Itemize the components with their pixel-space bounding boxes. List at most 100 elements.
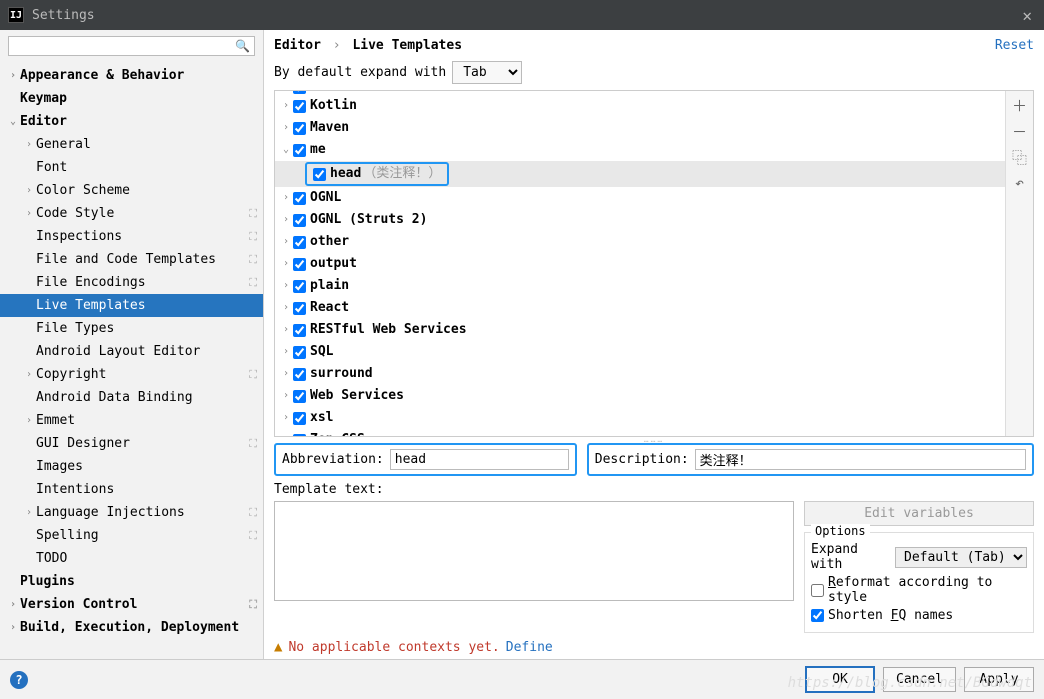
scope-icon: ⛶: [249, 207, 257, 221]
template-group[interactable]: ›xsl: [275, 407, 1005, 429]
template-checkbox[interactable]: [293, 236, 306, 249]
template-checkbox[interactable]: [313, 168, 326, 181]
template-group[interactable]: ›surround: [275, 363, 1005, 385]
sidebar-item[interactable]: Live Templates: [0, 294, 263, 317]
add-icon[interactable]: ＋: [1010, 95, 1030, 115]
template-checkbox[interactable]: [293, 144, 306, 157]
sidebar-item[interactable]: ›Color Scheme: [0, 179, 263, 202]
breadcrumb-part: Editor: [274, 38, 321, 53]
search-input[interactable]: 🔍: [8, 36, 255, 56]
template-checkbox[interactable]: [293, 91, 306, 94]
description-input[interactable]: [695, 449, 1026, 470]
template-checkbox[interactable]: [293, 324, 306, 337]
sidebar-item[interactable]: ›Language Injections⛶: [0, 501, 263, 524]
template-checkbox[interactable]: [293, 258, 306, 271]
template-checkbox[interactable]: [293, 214, 306, 227]
template-list[interactable]: ›JSP›Kotlin›Maven⌄mehead（类注释！）›OGNL›OGNL…: [275, 91, 1005, 436]
sidebar-item-label: Appearance & Behavior: [20, 68, 184, 83]
sidebar-item[interactable]: Keymap: [0, 87, 263, 110]
scope-icon: ⛶: [249, 230, 257, 244]
sidebar-item[interactable]: Plugins: [0, 570, 263, 593]
template-checkbox[interactable]: [293, 346, 306, 359]
template-group[interactable]: ›Maven: [275, 117, 1005, 139]
sidebar-item[interactable]: ⌄Editor: [0, 110, 263, 133]
options-legend: Options: [811, 524, 870, 538]
template-group[interactable]: ›OGNL: [275, 187, 1005, 209]
template-checkbox[interactable]: [293, 100, 306, 113]
chevron-right-icon: ›: [279, 408, 293, 428]
apply-button[interactable]: Apply: [964, 667, 1034, 692]
chevron-right-icon: ›: [333, 38, 341, 53]
template-group[interactable]: ›RESTful Web Services: [275, 319, 1005, 341]
template-checkbox[interactable]: [293, 122, 306, 135]
template-checkbox[interactable]: [293, 434, 306, 437]
template-group[interactable]: ›OGNL (Struts 2): [275, 209, 1005, 231]
sidebar-item[interactable]: File Types: [0, 317, 263, 340]
template-checkbox[interactable]: [293, 280, 306, 293]
ok-button[interactable]: OK: [805, 666, 875, 693]
reset-link[interactable]: Reset: [995, 38, 1034, 53]
template-checkbox[interactable]: [293, 302, 306, 315]
chevron-right-icon: ›: [279, 254, 293, 274]
reformat-checkbox[interactable]: [811, 584, 824, 597]
remove-icon[interactable]: －: [1010, 121, 1030, 141]
dialog-footer: ? OK Cancel Apply: [0, 659, 1044, 699]
sidebar-item[interactable]: Intentions: [0, 478, 263, 501]
template-group[interactable]: ›Web Services: [275, 385, 1005, 407]
settings-tree[interactable]: ›Appearance & BehaviorKeymap⌄Editor›Gene…: [0, 62, 263, 659]
sidebar-item[interactable]: ›Appearance & Behavior: [0, 64, 263, 87]
template-checkbox[interactable]: [293, 368, 306, 381]
template-group[interactable]: ›Kotlin: [275, 95, 1005, 117]
chevron-right-icon: ›: [279, 232, 293, 252]
template-item[interactable]: head（类注释！）: [275, 161, 1005, 187]
define-link[interactable]: Define: [506, 640, 553, 655]
sidebar-item[interactable]: TODO: [0, 547, 263, 570]
sidebar-item[interactable]: Spelling⛶: [0, 524, 263, 547]
close-icon[interactable]: ✕: [1018, 6, 1036, 25]
copy-icon[interactable]: ⿻: [1010, 147, 1030, 167]
revert-icon[interactable]: ↶: [1010, 173, 1030, 193]
template-desc: （类注释！）: [363, 164, 441, 184]
template-group[interactable]: ›React: [275, 297, 1005, 319]
template-label: Zen CSS: [310, 430, 365, 436]
sidebar-item[interactable]: GUI Designer⛶: [0, 432, 263, 455]
sidebar-item[interactable]: ›Emmet: [0, 409, 263, 432]
template-checkbox[interactable]: [293, 412, 306, 425]
chevron-icon: ›: [22, 415, 36, 426]
scope-icon: ⛶: [249, 598, 257, 612]
sidebar-item[interactable]: ›Build, Execution, Deployment: [0, 616, 263, 639]
sidebar-item[interactable]: Android Layout Editor: [0, 340, 263, 363]
help-icon[interactable]: ?: [10, 671, 28, 689]
template-checkbox[interactable]: [293, 390, 306, 403]
sidebar-item[interactable]: ›Code Style⛶: [0, 202, 263, 225]
template-group[interactable]: ›output: [275, 253, 1005, 275]
sidebar-item[interactable]: Android Data Binding: [0, 386, 263, 409]
sidebar-item[interactable]: ›Version Control⛶: [0, 593, 263, 616]
sidebar-item[interactable]: File and Code Templates⛶: [0, 248, 263, 271]
sidebar-item[interactable]: ›General: [0, 133, 263, 156]
template-group[interactable]: ›other: [275, 231, 1005, 253]
search-field[interactable]: [13, 39, 235, 53]
chevron-down-icon: ⌄: [279, 140, 293, 160]
template-text-editor[interactable]: [274, 501, 794, 601]
expand-with-select[interactable]: Default (Tab): [895, 547, 1027, 568]
sidebar-item-label: Images: [36, 459, 83, 474]
titlebar: IJ Settings ✕: [0, 0, 1044, 30]
sidebar-item-label: Intentions: [36, 482, 114, 497]
cancel-button[interactable]: Cancel: [883, 667, 956, 692]
sidebar-item[interactable]: ›Copyright⛶: [0, 363, 263, 386]
sidebar-item[interactable]: Font: [0, 156, 263, 179]
abbreviation-input[interactable]: [390, 449, 569, 470]
shorten-checkbox[interactable]: [811, 609, 824, 622]
template-group[interactable]: ›SQL: [275, 341, 1005, 363]
template-group[interactable]: ⌄me: [275, 139, 1005, 161]
template-group[interactable]: ›Zen CSS: [275, 429, 1005, 436]
sidebar-item[interactable]: Inspections⛶: [0, 225, 263, 248]
sidebar-item[interactable]: File Encodings⛶: [0, 271, 263, 294]
sidebar-item[interactable]: Images: [0, 455, 263, 478]
chevron-right-icon: ›: [279, 118, 293, 138]
template-checkbox[interactable]: [293, 192, 306, 205]
template-group[interactable]: ›plain: [275, 275, 1005, 297]
expand-select[interactable]: Tab: [452, 61, 522, 84]
scope-icon: ⛶: [249, 276, 257, 290]
